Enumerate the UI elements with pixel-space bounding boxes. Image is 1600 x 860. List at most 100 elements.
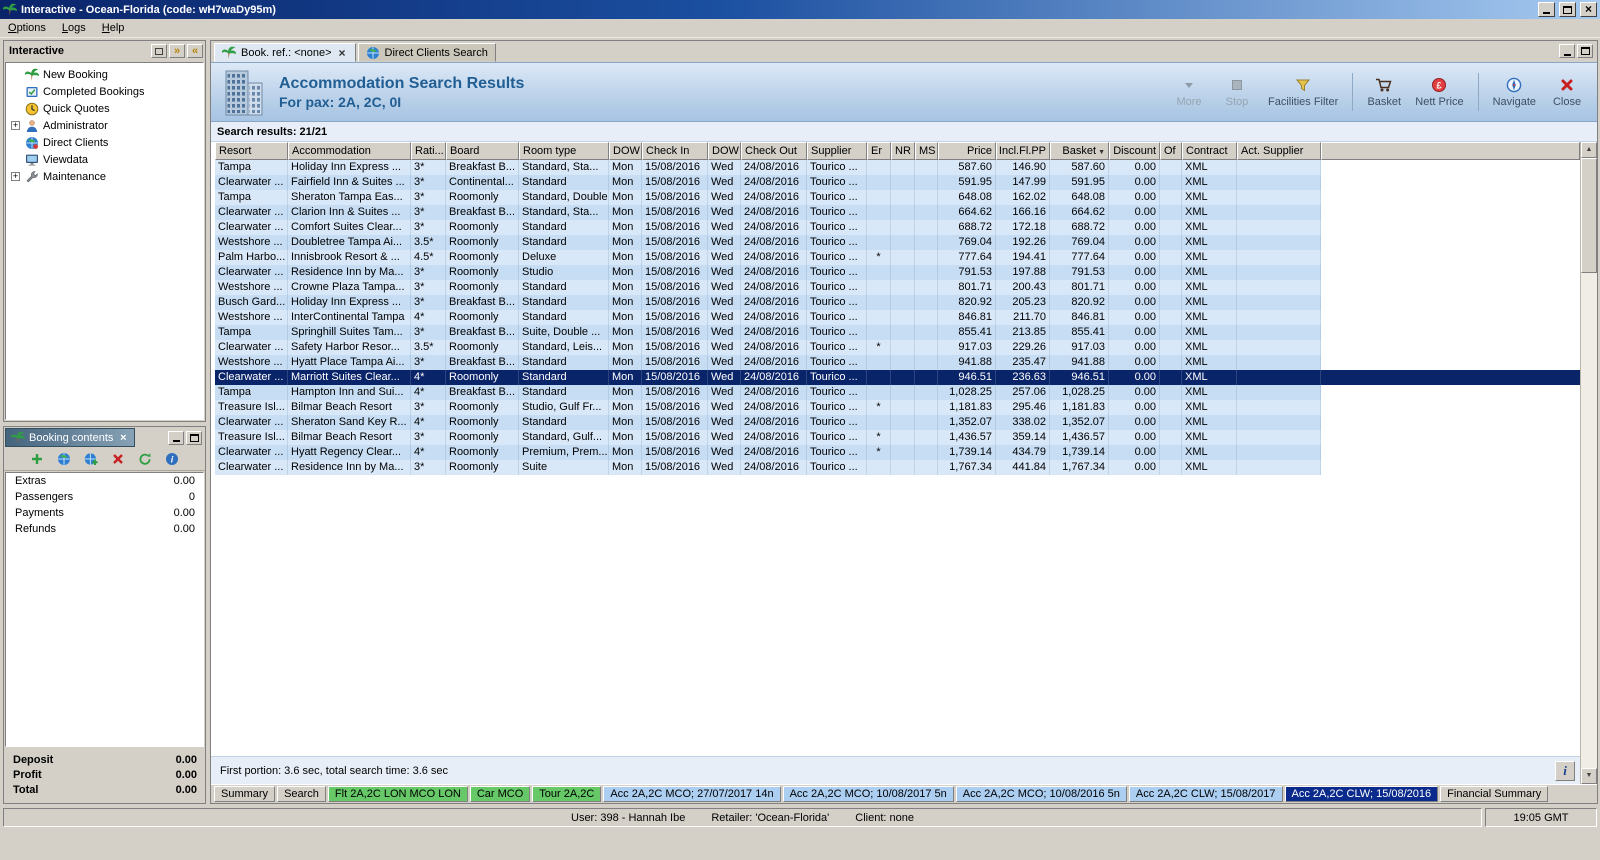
table-row[interactable]: Tampa Sheraton Tampa Eas... 3* Roomonly Stan… [215,190,1321,205]
panel-dock-right-button[interactable] [169,44,185,58]
basket-button[interactable]: Basket [1362,73,1406,111]
table-row[interactable]: Clearwater ... Safety Harbor Resor... 3.5*… [215,340,1321,355]
table-row[interactable]: Westshore ... Hyatt Place Tampa Ai... 3* Br… [215,355,1321,370]
info-icon[interactable]: i [163,450,181,468]
bottom-tab-acc-2a-2c-clw-15-08-2017[interactable]: Acc 2A,2C CLW; 15/08/2017 [1128,786,1283,802]
table-row[interactable]: Tampa Holiday Inn Express ... 3* Breakfast … [215,160,1321,175]
booking-panel-tab[interactable]: Booking contents [5,428,136,447]
menu-item-options[interactable]: Options [0,20,54,36]
column-header-supplier-9[interactable]: Supplier [807,142,867,160]
column-header-nr-11[interactable]: NR [891,142,915,160]
table-row[interactable]: Clearwater ... Fairfield Inn & Suites ...… [215,175,1321,190]
booking-row-passengers[interactable]: Passengers 0 [6,489,203,505]
close-tab-icon[interactable] [337,47,348,58]
column-header-er-10[interactable]: Er [867,142,891,160]
sidebar-item-quick-quotes[interactable]: Quick Quotes [6,100,203,117]
bottom-tab-summary[interactable]: Summary [214,786,276,802]
column-header-check-in-6[interactable]: Check In [642,142,708,160]
add-icon[interactable] [28,450,46,468]
sidebar-item-new-booking[interactable]: New Booking [6,66,203,83]
table-row[interactable]: Westshore ... Crowne Plaza Tampa... 3* Room… [215,280,1321,295]
panel-collapse-button[interactable] [151,44,167,58]
booking-row-refunds[interactable]: Refunds 0.00 [6,521,203,537]
world-add-icon[interactable] [82,450,100,468]
table-row[interactable]: Clearwater ... Clarion Inn & Suites ... 3*… [215,205,1321,220]
bottom-tab-acc-2a-2c-mco-10-08-2016-5n[interactable]: Acc 2A,2C MCO; 10/08/2016 5n [955,786,1127,802]
menu-item-help[interactable]: Help [94,20,133,36]
sidebar-item-completed-bookings[interactable]: Completed Bookings [6,83,203,100]
sidebar-item-direct-clients[interactable]: Direct Clients [6,134,203,151]
info-button[interactable]: i [1555,761,1575,781]
table-row[interactable]: Clearwater ... Sheraton Sand Key R... 4* Ro… [215,415,1321,430]
table-row[interactable]: Clearwater ... Residence Inn by Ma... 3* Ro… [215,265,1321,280]
table-row[interactable]: Clearwater ... Residence Inn by Ma... 3* Ro… [215,460,1321,475]
close-booking-panel-icon[interactable] [117,432,129,444]
table-row[interactable]: Palm Harbo... Innisbrook Resort & ... 4.5*… [215,250,1321,265]
table-row-selected[interactable]: Clearwater ... Marriott Suites Clear... 4*… [215,370,1580,385]
navigate-button[interactable]: Navigate [1488,73,1541,111]
bottom-tab-acc-2a-2c-clw-15-08-2016[interactable]: Acc 2A,2C CLW; 15/08/2016 [1284,786,1439,802]
bottom-tab-acc-2a-2c-mco-10-08-2017-5n[interactable]: Acc 2A,2C MCO; 10/08/2017 5n [782,786,954,802]
column-header-room-type-4[interactable]: Room type [519,142,609,160]
tab-direct-clients-search[interactable]: Direct Clients Search [357,43,496,62]
bottom-tab-financial-summary[interactable]: Financial Summary [1440,786,1549,802]
expand-icon[interactable] [11,121,20,130]
bottom-tab-acc-2a-2c-mco-27-07-2017-14n[interactable]: Acc 2A,2C MCO; 27/07/2017 14n [603,786,781,802]
sidebar-item-viewdata[interactable]: Viewdata [6,151,203,168]
scroll-up-icon[interactable] [1581,142,1597,158]
maximize-button[interactable] [1559,2,1576,17]
column-header-incl-fl-pp-14[interactable]: Incl.Fl.PP [996,142,1050,160]
column-header-board-3[interactable]: Board [446,142,519,160]
column-header-ms-12[interactable]: MS [915,142,938,160]
close-window-button[interactable] [1580,2,1597,17]
minimize-button[interactable] [1538,2,1555,17]
close-button[interactable]: Close [1545,73,1589,111]
table-row[interactable]: Treasure Isl... Bilmar Beach Resort 3* Room… [215,430,1321,445]
column-header-dow-5[interactable]: DOW [609,142,642,160]
column-header-price-13[interactable]: Price [938,142,996,160]
column-header-contract-18[interactable]: Contract [1182,142,1237,160]
column-header-act-supplier-19[interactable]: Act. Supplier [1237,142,1321,160]
delete-icon[interactable] [109,450,127,468]
refresh-icon[interactable] [136,450,154,468]
doc-minimize-button[interactable] [1559,44,1575,58]
scrollbar-thumb[interactable] [1581,158,1597,273]
nett-price-button[interactable]: £ Nett Price [1410,73,1468,111]
facilities-filter-button[interactable]: Facilities Filter [1263,73,1343,111]
bottom-tab-tour-2a-2c[interactable]: Tour 2A,2C [532,786,602,802]
scroll-down-icon[interactable] [1581,768,1597,784]
menu-item-logs[interactable]: Logs [54,20,94,36]
scrollbar-track[interactable] [1581,273,1597,768]
bottom-tab-car-mco[interactable]: Car MCO [469,786,531,802]
expand-icon[interactable] [11,172,20,181]
booking-row-payments[interactable]: Payments 0.00 [6,505,203,521]
world-icon[interactable] [55,450,73,468]
table-row[interactable]: Tampa Springhill Suites Tam... 3* Breakfast… [215,325,1321,340]
sidebar-item-maintenance[interactable]: Maintenance [6,168,203,185]
table-row[interactable]: Clearwater ... Comfort Suites Clear... 3* R… [215,220,1321,235]
table-row[interactable]: Westshore ... InterContinental Tampa 4* Roo… [215,310,1321,325]
sidebar-item-administrator[interactable]: Administrator [6,117,203,134]
column-header-resort-0[interactable]: Resort [215,142,288,160]
column-header-discount-16[interactable]: Discount [1109,142,1160,160]
column-header-check-out-8[interactable]: Check Out [741,142,807,160]
booking-restore-button[interactable] [186,430,202,445]
column-header-basket-15[interactable]: Basket [1050,142,1109,160]
column-header-of-17[interactable]: Of [1160,142,1182,160]
booking-row-extras[interactable]: Extras 0.00 [6,473,203,489]
bottom-tab-search[interactable]: Search [277,786,326,802]
table-row[interactable]: Busch Gard... Holiday Inn Express ... 3* Br… [215,295,1321,310]
bottom-tab-flt-2a-2c-lon-mco-lon[interactable]: Flt 2A,2C LON MCO LON [327,786,468,802]
column-header-accommodation-1[interactable]: Accommodation [288,142,411,160]
column-header-rati-2[interactable]: Rati... [411,142,446,160]
table-row[interactable]: Clearwater ... Hyatt Regency Clear... 4* Ro… [215,445,1321,460]
table-row[interactable]: Westshore ... Doubletree Tampa Ai... 3.5* R… [215,235,1321,250]
table-row[interactable]: Treasure Isl... Bilmar Beach Resort 3* Room… [215,400,1321,415]
booking-minimize-button[interactable] [168,430,184,445]
panel-pin-button[interactable] [187,44,203,58]
tab-book-ref-none[interactable]: Book. ref.: <none> [214,43,356,62]
table-row[interactable]: Tampa Hampton Inn and Sui... 4* Breakfast B… [215,385,1321,400]
column-header-dow-7[interactable]: DOW [708,142,741,160]
doc-restore-button[interactable] [1577,44,1593,58]
vertical-scrollbar[interactable] [1580,142,1597,784]
